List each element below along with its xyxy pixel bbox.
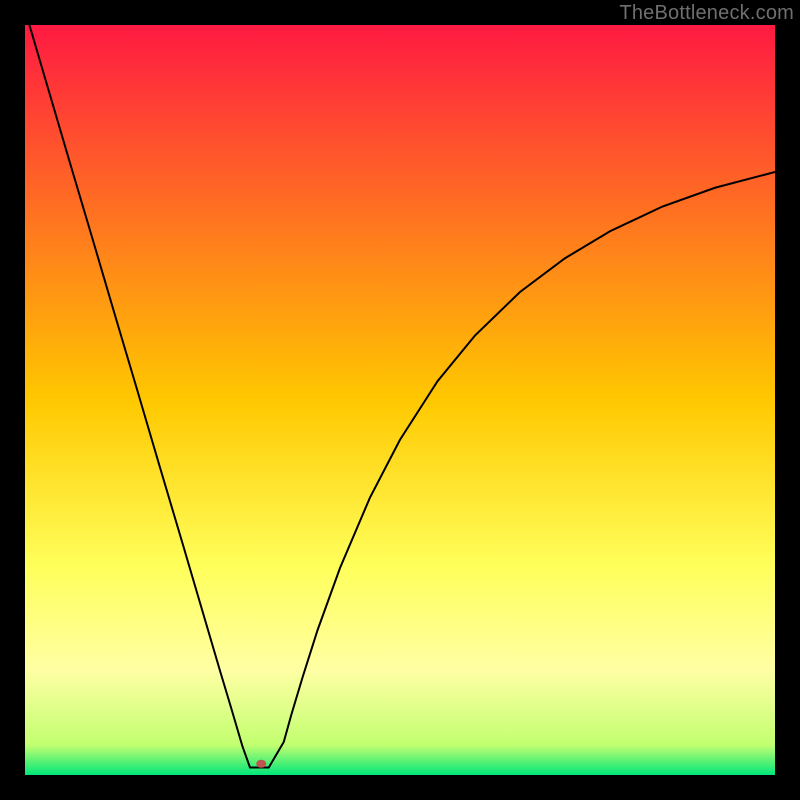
min-point-marker: [256, 760, 266, 768]
chart-frame: TheBottleneck.com: [0, 0, 800, 800]
chart-svg: [25, 25, 775, 775]
plot-area: [25, 25, 775, 775]
watermark-text: TheBottleneck.com: [619, 2, 794, 25]
gradient-background: [25, 25, 775, 775]
